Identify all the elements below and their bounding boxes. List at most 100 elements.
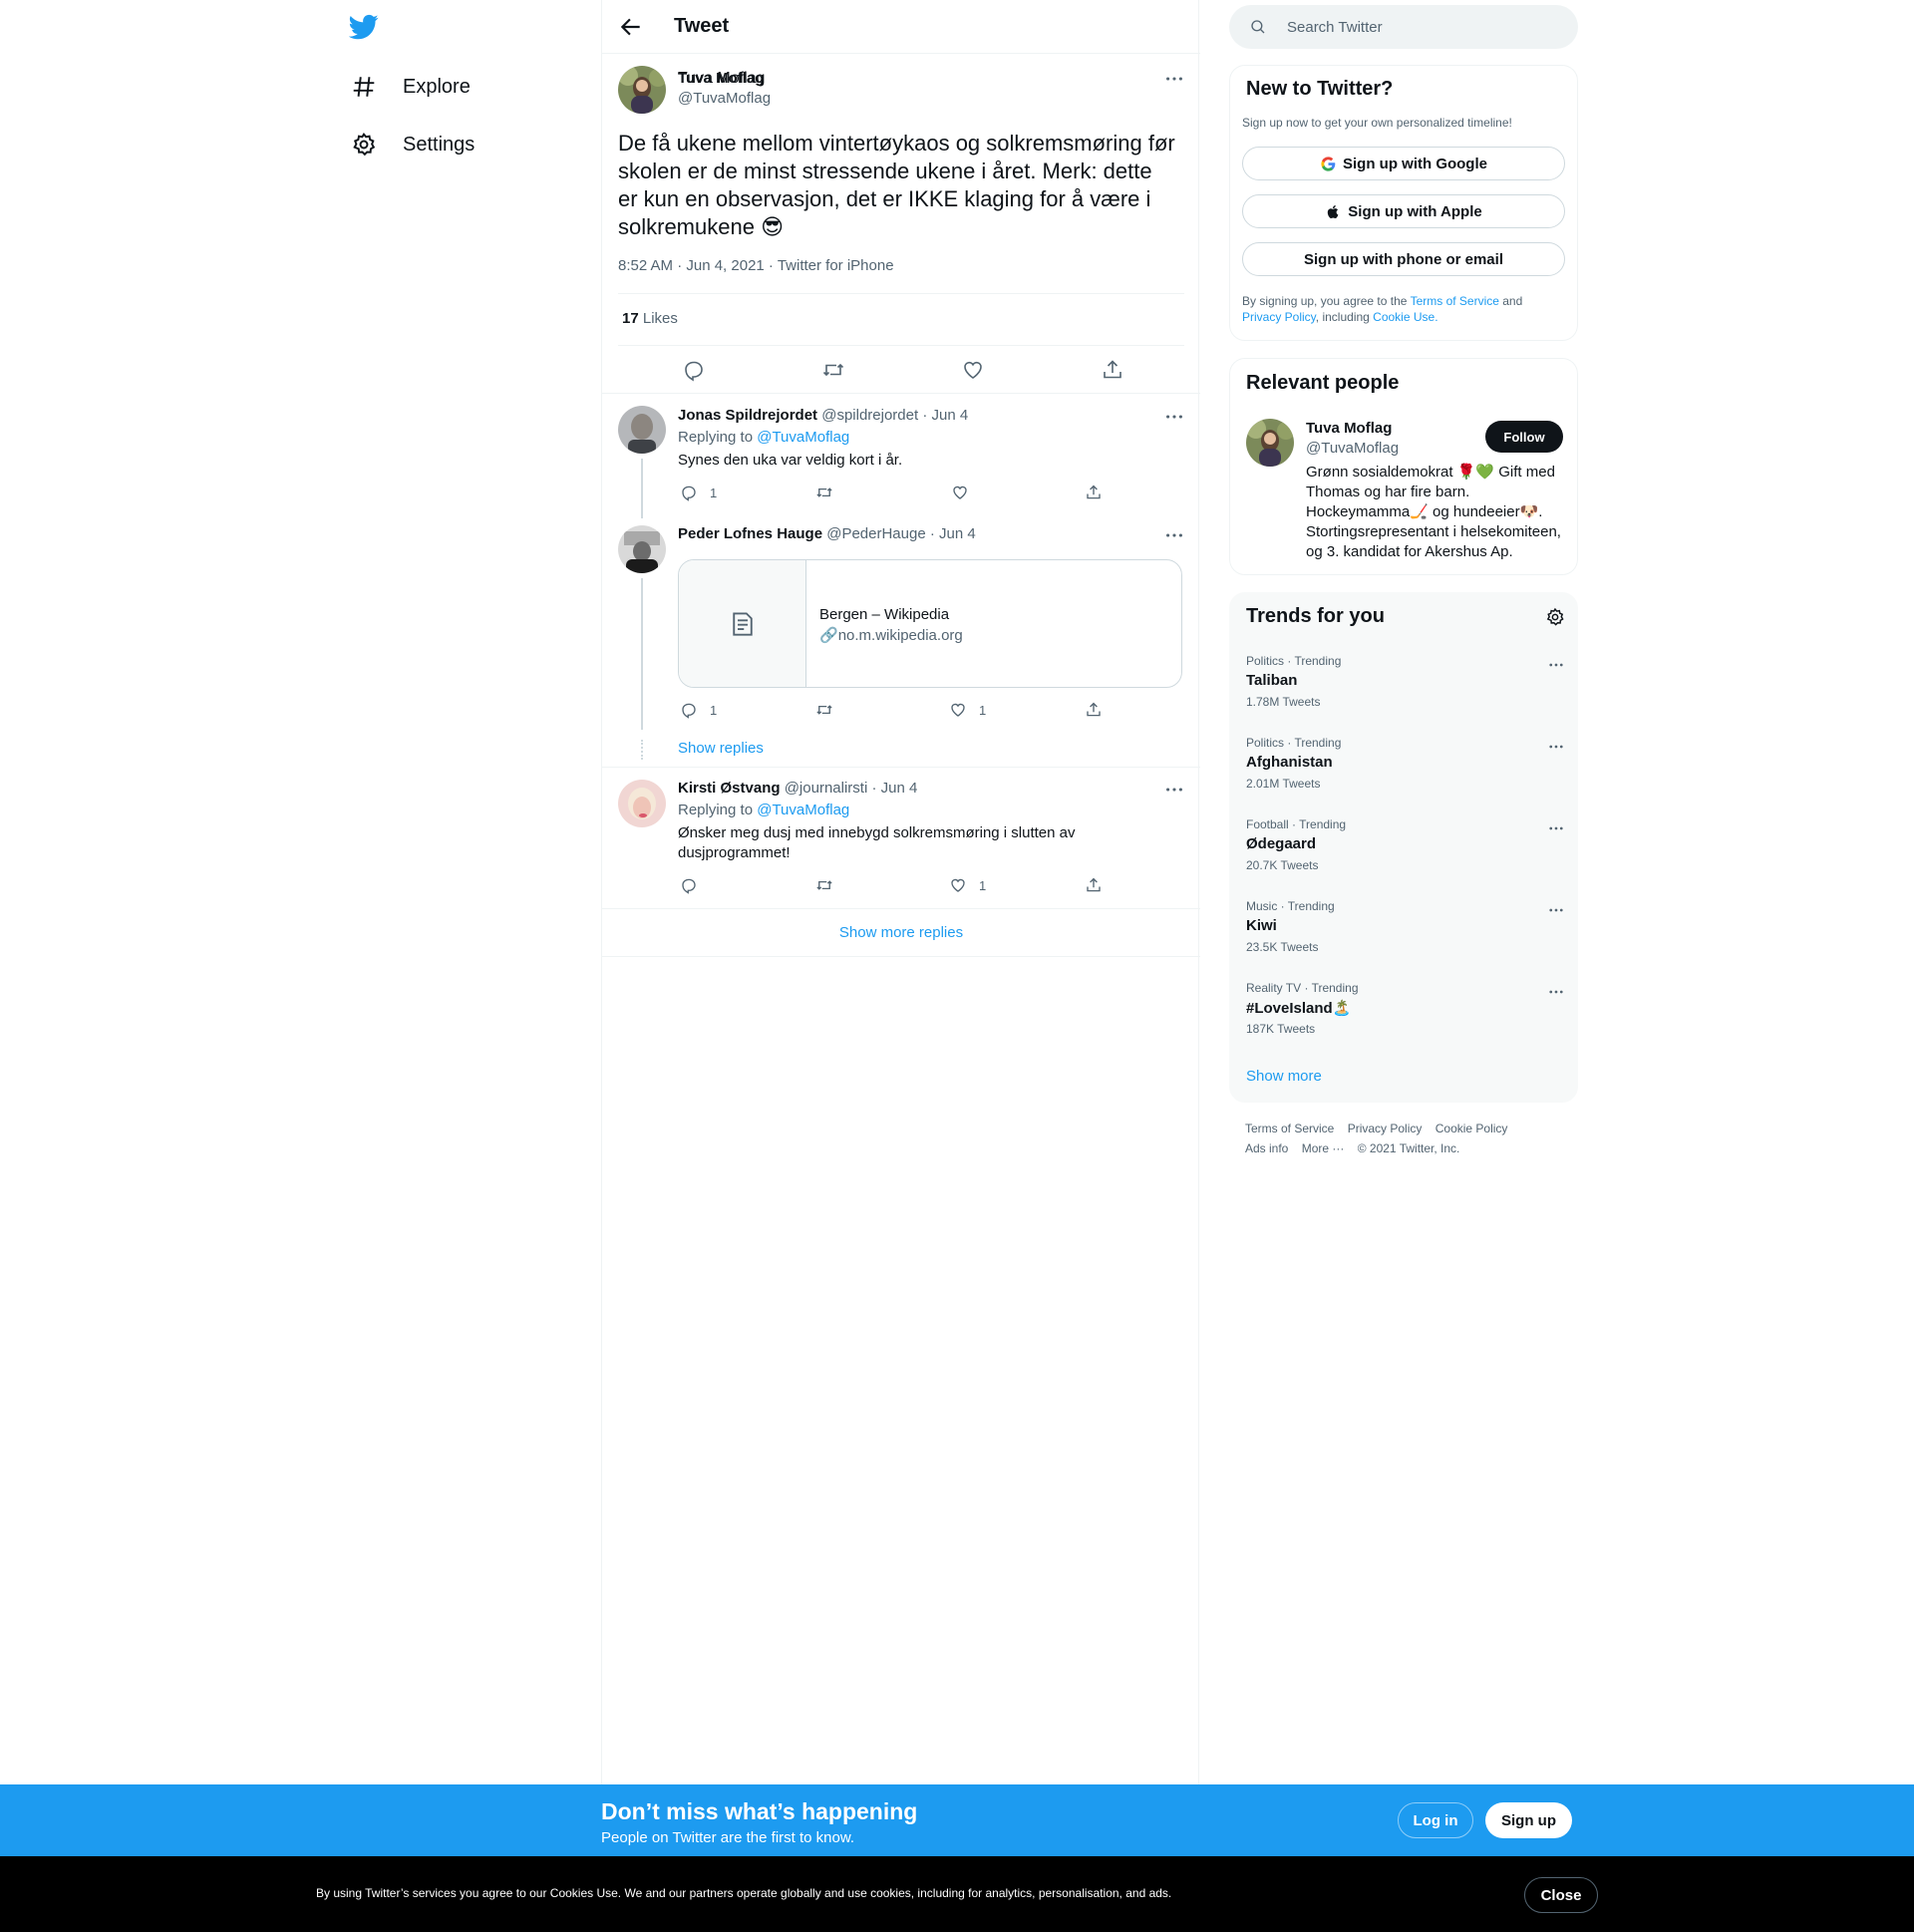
footer-ads-link[interactable]: Ads info: [1245, 1141, 1288, 1155]
reply-author-name[interactable]: Peder Lofnes Hauge: [678, 525, 822, 542]
replying-to-handle[interactable]: @TuvaMoflag: [757, 802, 849, 818]
back-arrow-icon[interactable]: [618, 14, 644, 40]
reply-icon[interactable]: [682, 358, 706, 382]
share-icon: [1087, 702, 1101, 717]
footer-privacy-link[interactable]: Privacy Policy: [1348, 1122, 1423, 1135]
cookie-link[interactable]: Cookie Use.: [1373, 310, 1437, 324]
search-bar[interactable]: [1229, 5, 1578, 49]
trend-count: 1.78M Tweets: [1246, 695, 1321, 709]
replying-to-handle[interactable]: @TuvaMoflag: [757, 429, 849, 446]
footer-more-link[interactable]: More ···: [1302, 1141, 1345, 1155]
follow-button[interactable]: Follow: [1485, 421, 1563, 453]
panel-title: Trends for you: [1246, 605, 1385, 627]
link-icon: 🔗: [819, 627, 838, 644]
more-icon[interactable]: [1547, 983, 1565, 1001]
legal-text-2: and: [1498, 294, 1523, 308]
reply-handle-date[interactable]: @journalirsti · Jun 4: [785, 780, 918, 797]
divider: [618, 293, 1184, 294]
reply-handle-date[interactable]: @PederHauge · Jun 4: [826, 525, 975, 542]
close-button[interactable]: Close: [1524, 1877, 1598, 1913]
reply-handle-date[interactable]: @spildrejordet · Jun 4: [821, 407, 968, 424]
reply-header: Jonas Spildrejordet @spildrejordet · Jun…: [678, 407, 968, 424]
retweet-icon[interactable]: [821, 358, 845, 382]
footer-terms-link[interactable]: Terms of Service: [1245, 1122, 1334, 1135]
trends-show-more-link[interactable]: Show more: [1246, 1068, 1322, 1085]
more-icon[interactable]: [1163, 779, 1185, 801]
share-button[interactable]: [1085, 876, 1103, 894]
search-input[interactable]: [1287, 18, 1566, 36]
signup-phone-button[interactable]: Sign up with phone or email: [1242, 242, 1565, 276]
signup-button[interactable]: Sign up: [1485, 1802, 1572, 1838]
more-icon[interactable]: [1163, 68, 1185, 90]
like-count: 1: [979, 877, 987, 893]
share-icon[interactable]: [1101, 358, 1124, 382]
retweet-button[interactable]: [815, 876, 833, 894]
terms-link[interactable]: Terms of Service: [1411, 294, 1499, 308]
replying-to-label: Replying to: [678, 802, 754, 818]
signup-apple-button[interactable]: Sign up with Apple: [1242, 194, 1565, 228]
avatar[interactable]: [1246, 419, 1294, 467]
avatar[interactable]: [618, 525, 666, 573]
twitter-logo-icon[interactable]: [348, 12, 379, 42]
replying-to: Replying to @TuvaMoflag: [678, 429, 849, 446]
main-column: Tweet Tuva Moflag Tuva Moflag @TuvaMofla…: [601, 0, 1200, 1784]
more-icon[interactable]: [1547, 738, 1565, 756]
divider: [602, 767, 1200, 768]
reply-icon: [682, 703, 696, 719]
trend-count: 20.7K Tweets: [1246, 858, 1319, 872]
link-card[interactable]: Bergen – Wikipedia 🔗no.m.wikipedia.org: [678, 559, 1182, 688]
share-icon: [1087, 484, 1101, 499]
avatar[interactable]: [618, 406, 666, 454]
more-icon[interactable]: [1547, 901, 1565, 919]
panel-title: New to Twitter?: [1246, 78, 1394, 100]
person-name[interactable]: Tuva Moflag: [1306, 420, 1392, 437]
avatar[interactable]: [618, 66, 666, 114]
thread-dots: [641, 740, 643, 760]
gear-icon[interactable]: [1545, 607, 1565, 627]
avatar[interactable]: [618, 780, 666, 827]
more-icon[interactable]: [1163, 524, 1185, 546]
gear-icon: [353, 133, 376, 157]
nav-settings[interactable]: Settings: [351, 127, 475, 162]
person-handle[interactable]: @TuvaMoflag: [1306, 440, 1399, 457]
reply-author-name[interactable]: Jonas Spildrejordet: [678, 407, 817, 424]
more-icon[interactable]: [1547, 656, 1565, 674]
show-more-replies-link[interactable]: Show more replies: [602, 909, 1200, 957]
more-icon[interactable]: [1547, 819, 1565, 837]
share-button[interactable]: [1085, 701, 1103, 719]
trend-count: 2.01M Tweets: [1246, 777, 1321, 791]
share-icon: [1087, 877, 1101, 892]
likes-label: Likes: [642, 310, 678, 327]
banner-title: Don’t miss what’s happening: [601, 1798, 918, 1824]
tweet-meta[interactable]: 8:52 AM · Jun 4, 2021 · Twitter for iPho…: [618, 257, 894, 274]
like-count: 1: [979, 702, 987, 718]
trend-name: #LoveIsland🏝️: [1246, 1000, 1352, 1017]
share-button[interactable]: [1085, 483, 1103, 501]
reply-button[interactable]: 1: [680, 701, 717, 719]
like-button[interactable]: 1: [949, 701, 986, 719]
like-button[interactable]: [951, 483, 981, 501]
more-icon[interactable]: [1163, 406, 1185, 428]
retweet-button[interactable]: [815, 483, 833, 501]
reply-button[interactable]: 1: [680, 483, 717, 501]
trend-category: Football · Trending: [1246, 817, 1347, 831]
like-icon[interactable]: [961, 358, 985, 382]
likes-count[interactable]: 17 Likes: [622, 310, 678, 327]
nav-explore[interactable]: Explore: [351, 69, 471, 105]
tweet-author-handle[interactable]: @TuvaMoflag: [678, 90, 771, 107]
footer-cookie-link[interactable]: Cookie Policy: [1436, 1122, 1508, 1135]
nav-explore-label: Explore: [403, 75, 471, 98]
document-icon: [732, 611, 753, 636]
reply-author-name[interactable]: Kirsti Østvang: [678, 780, 781, 797]
show-replies-link[interactable]: Show replies: [678, 740, 764, 757]
privacy-link[interactable]: Privacy Policy: [1242, 310, 1316, 324]
reply-button[interactable]: [680, 876, 710, 894]
retweet-button[interactable]: [815, 701, 833, 719]
trend-name: Taliban: [1246, 672, 1298, 689]
tweet-author-name-label[interactable]: Tuva Moflag: [678, 70, 764, 87]
signup-google-button[interactable]: Sign up with Google: [1242, 147, 1565, 180]
signup-google-label: Sign up with Google: [1343, 155, 1487, 172]
replying-to: Replying to @TuvaMoflag: [678, 802, 849, 818]
like-button[interactable]: 1: [949, 876, 986, 894]
login-button[interactable]: Log in: [1398, 1802, 1473, 1838]
